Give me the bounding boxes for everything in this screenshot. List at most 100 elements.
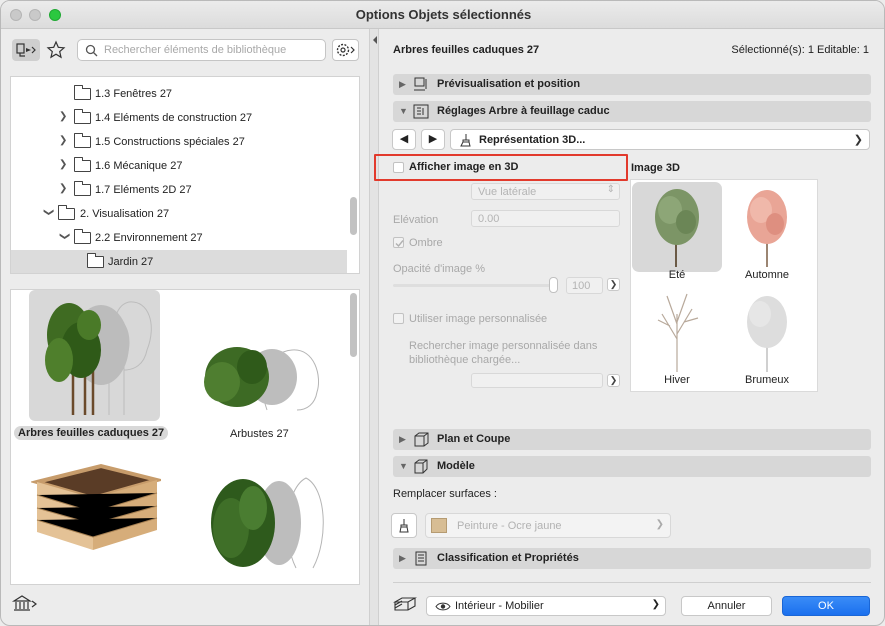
folder-icon [74,85,91,100]
season-misty[interactable] [722,284,812,374]
tree-item-label: 1.6 Mécanique 27 [95,160,183,172]
expand-triangle-icon: ▶ [399,553,406,563]
chevron-right-icon: ❯ [655,519,664,530]
previous-page-button[interactable]: ◀ [392,129,416,150]
layer-value: Intérieur - Mobilier [455,600,544,612]
tree-item[interactable]: ❯ 1.7 Eléments 2D 27 [11,178,347,202]
checkmark-icon [395,240,404,248]
expand-triangle-icon: ▶ [399,79,406,89]
layer-select[interactable]: Intérieur - Mobilier ❯ [426,596,666,616]
section-title: Classification et Propriétés [437,552,579,564]
elevation-label: Elévation [393,214,439,226]
ok-button[interactable]: OK [782,596,870,616]
opacity-arrow-button[interactable]: ❯ [607,278,620,291]
chevron-down-icon[interactable]: ❯ [58,232,70,242]
tree-item[interactable]: ❯ 2. Visualisation 27 [11,202,347,226]
folder-icon [74,229,91,244]
tree-item[interactable]: ❯ 1.6 Mécanique 27 [11,154,347,178]
conifer-thumbnail [201,468,331,573]
show-3d-image-checkbox[interactable] [393,162,404,173]
document-list-icon [415,551,427,566]
collapse-triangle-icon: ▼ [399,461,408,471]
surface-brush-button[interactable] [391,513,417,538]
gallery-item-label: Arbustes 27 [230,428,289,440]
window-title: Options Objets sélectionnés [355,7,532,22]
surface-value: Peinture - Ocre jaune [457,520,562,532]
section-plan-section[interactable]: ▶ Plan et Coupe [393,429,871,450]
tree-item[interactable]: ❯ 2.2 Environnement 27 [11,226,347,250]
chevron-down-icon[interactable]: ❯ [42,208,54,218]
representation-select[interactable]: Représentation 3D... ❯ [450,129,870,150]
library-settings-button[interactable] [332,39,359,61]
shadow-checkbox[interactable] [393,237,404,248]
elevation-field[interactable]: 0.00 [471,210,620,227]
collapse-left-icon [373,36,377,44]
misty-tree-icon [747,296,787,372]
chevron-right-icon[interactable]: ❯ [59,111,69,123]
title-bar: Options Objets sélectionnés [1,1,884,29]
tree-item-label: 2.2 Environnement 27 [95,232,203,244]
opacity-slider-track[interactable] [393,284,558,287]
view-select-value: Vue latérale [478,186,537,198]
opacity-field[interactable]: 100 [566,277,603,294]
replace-surfaces-label: Remplacer surfaces : [393,488,497,500]
chevron-right-icon[interactable]: ❯ [59,159,69,171]
season-label: Hiver [664,374,690,386]
next-page-button[interactable]: ▶ [421,129,445,150]
star-icon [46,40,66,59]
folder-icon [74,133,91,148]
chevron-right-icon[interactable]: ❯ [59,183,69,195]
brush-icon [399,519,409,533]
shrubs-thumbnail [197,332,327,412]
section-classification[interactable]: ▶ Classification et Propriétés [393,548,871,569]
season-label: Eté [668,269,686,281]
folder-icon [74,181,91,196]
tree-item[interactable]: ❯ 1.5 Constructions spéciales 27 [11,130,347,154]
gallery-scrollbar[interactable] [350,293,357,357]
tree-item-label: 1.7 Eléments 2D 27 [95,184,192,196]
library-search-input[interactable]: Rechercher éléments de bibliothèque [77,39,326,61]
season-autumn[interactable] [722,182,812,272]
tree-scrollbar[interactable] [350,197,357,235]
winter-tree-icon [657,293,699,372]
chevron-right-icon: ❯ [651,599,660,610]
library-manager-button[interactable] [11,594,39,614]
tree-item[interactable]: 1.3 Fenêtres 27 [11,82,347,106]
search-placeholder: Rechercher éléments de bibliothèque [104,44,287,56]
tree-item[interactable]: ❯ 1.4 Eléments de construction 27 [11,106,347,130]
season-summer[interactable] [632,182,722,272]
layers-icon [392,596,418,614]
section-tree-settings[interactable]: ▼ Réglages Arbre à feuillage caduc [393,101,871,122]
options-window: Options Objets sélectionnés Rechercher é… [0,0,885,626]
library-browser-button[interactable] [12,39,40,61]
custom-image-field[interactable] [471,373,603,388]
section-model[interactable]: ▼ Modèle [393,456,871,477]
brush-icon [460,134,471,147]
custom-image-arrow-button[interactable]: ❯ [607,374,620,387]
panel-splitter[interactable] [369,29,379,625]
preview-position-icon [414,77,427,91]
library-gallery: Arbres feuilles caduques 27 Arbustes 27 [10,289,360,585]
surface-swatch [431,518,447,533]
custom-image-checkbox[interactable] [393,313,404,324]
section-title: Prévisualisation et position [437,78,581,90]
cancel-button[interactable]: Annuler [681,596,772,616]
custom-image-label: Utiliser image personnalisée [409,313,548,325]
favorites-button[interactable] [45,39,67,61]
library-toolbar: Rechercher éléments de bibliothèque [1,29,369,71]
tree-item-label: Jardin 27 [108,256,154,268]
opacity-slider-thumb[interactable] [549,277,558,293]
section-preview-position[interactable]: ▶ Prévisualisation et position [393,74,871,95]
chevron-right-icon[interactable]: ❯ [59,135,69,147]
library-tree-icon [16,43,36,57]
image-3d-panel: Eté Automne Hiver Brumeux [630,179,818,392]
opacity-label: Opacité d'image % [393,263,485,275]
folder-icon [74,109,91,124]
object-name: Arbres feuilles caduques 27 [393,44,540,56]
autumn-tree-icon [747,190,787,267]
surface-select[interactable]: Peinture - Ocre jaune ❯ [425,513,671,538]
tree-item-selected[interactable]: Jardin 27 [11,250,347,273]
view-select[interactable]: Vue latérale ⇕ [471,183,620,200]
tree-item-label: 2. Visualisation 27 [80,208,170,220]
season-winter[interactable] [632,284,722,374]
